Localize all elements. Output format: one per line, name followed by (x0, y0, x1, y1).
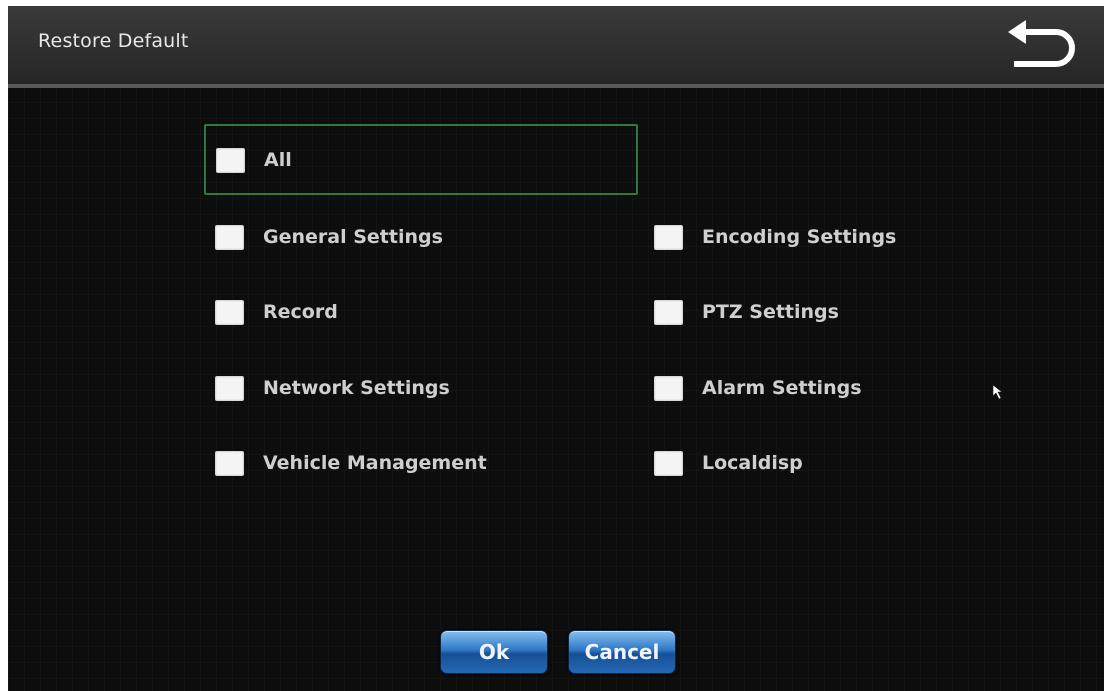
vehicle-management-checkbox[interactable] (215, 450, 244, 476)
option-record[interactable]: Record (215, 292, 338, 332)
ok-button[interactable]: Ok (440, 630, 548, 674)
network-settings-checkbox[interactable] (215, 375, 244, 401)
option-label: PTZ Settings (702, 301, 839, 323)
encoding-settings-checkbox[interactable] (654, 224, 683, 250)
title-bar: Restore Default (8, 6, 1104, 88)
ptz-settings-checkbox[interactable] (654, 299, 683, 325)
option-label: Alarm Settings (702, 377, 862, 399)
option-label: Encoding Settings (702, 226, 897, 248)
localdisp-checkbox[interactable] (654, 450, 683, 476)
return-arrow-icon (1008, 20, 1075, 67)
general-settings-checkbox[interactable] (215, 224, 244, 250)
option-vehicle-management[interactable]: Vehicle Management (215, 443, 487, 483)
option-label: Network Settings (263, 377, 450, 399)
restore-default-screen: Restore Default All General Settings Rec… (8, 6, 1104, 691)
option-label: Record (263, 301, 338, 323)
option-general-settings[interactable]: General Settings (215, 217, 443, 257)
alarm-settings-checkbox[interactable] (654, 375, 683, 401)
all-checkbox[interactable] (216, 147, 245, 173)
option-ptz-settings[interactable]: PTZ Settings (654, 292, 839, 332)
option-all-label: All (264, 149, 292, 171)
record-checkbox[interactable] (215, 299, 244, 325)
option-encoding-settings[interactable]: Encoding Settings (654, 217, 896, 257)
option-network-settings[interactable]: Network Settings (215, 368, 450, 408)
option-label: Vehicle Management (263, 452, 487, 474)
cancel-button[interactable]: Cancel (568, 630, 676, 674)
option-all[interactable]: All (216, 140, 292, 180)
option-label: General Settings (263, 226, 443, 248)
option-alarm-settings[interactable]: Alarm Settings (654, 368, 862, 408)
option-label: Localdisp (702, 452, 803, 474)
mouse-pointer-icon (992, 384, 1003, 400)
window-title: Restore Default (38, 30, 189, 52)
option-localdisp[interactable]: Localdisp (654, 443, 803, 483)
back-button[interactable] (1004, 18, 1080, 74)
